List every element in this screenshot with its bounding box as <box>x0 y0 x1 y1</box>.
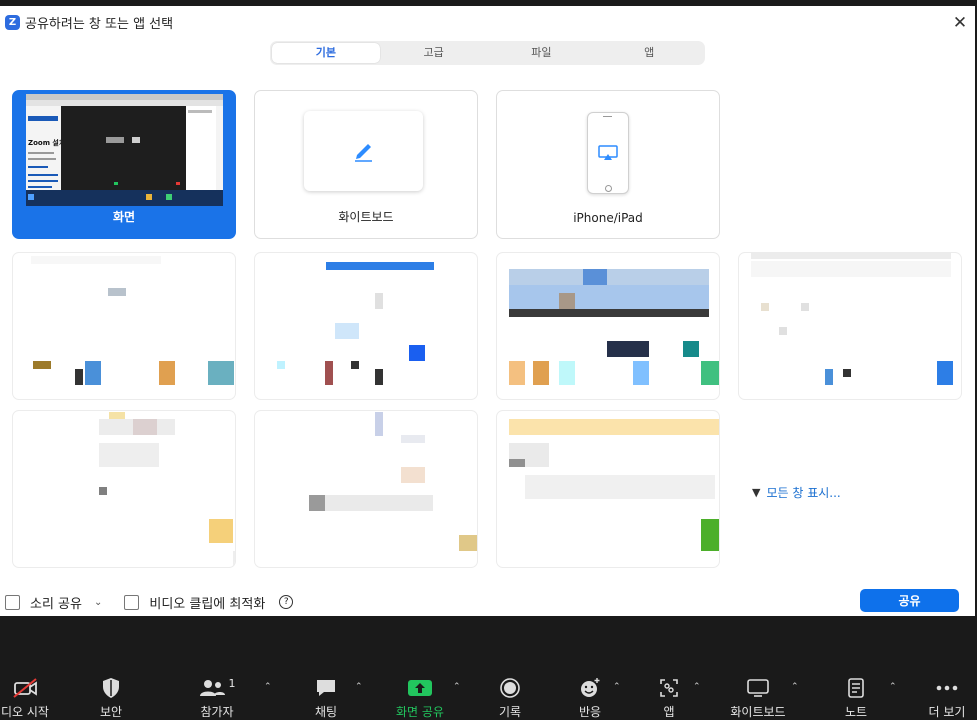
more-icon <box>924 676 970 700</box>
toolbar-notes-button[interactable]: 노트 <box>838 676 874 719</box>
toolbar-more-label: 더 보기 <box>928 705 966 719</box>
toolbar-reactions-label: 반응 <box>578 705 602 719</box>
share-caret-icon[interactable]: ⌃ <box>453 682 461 692</box>
toolbar-record-label: 기록 <box>498 705 522 719</box>
iphone-label: iPhone/iPad <box>573 211 643 225</box>
tab-basic[interactable]: 기본 <box>272 43 380 63</box>
screen-thumbnail: Zoom 설치 <box>26 94 223 206</box>
meeting-toolbar: 디오 시작 보안 1 참가자 ⌃ 채팅 ⌃ 화면 공유 ⌃ 기록 반응 ⌃ 앱 … <box>0 616 977 719</box>
dialog-title: 공유하려는 창 또는 앱 선택 <box>25 16 174 32</box>
share-dialog: Z 공유하려는 창 또는 앱 선택 ✕ 기본 고급 파일 앱 Zoom 설치 화… <box>0 6 975 616</box>
share-button[interactable]: 공유 <box>860 589 959 612</box>
toolbar-reactions-button[interactable]: 반응 <box>572 676 608 719</box>
share-option-whiteboard[interactable]: 화이트보드 <box>254 90 478 239</box>
toolbar-video-label: 디오 시작 <box>1 705 49 719</box>
chat-caret-icon[interactable]: ⌃ <box>355 682 363 692</box>
whiteboard-icon <box>724 676 792 700</box>
apps-icon <box>654 676 684 700</box>
reaction-icon <box>572 676 608 700</box>
share-tabs: 기본 고급 파일 앱 <box>270 41 705 65</box>
window-thumbnail[interactable] <box>254 252 478 400</box>
dialog-title-bar: Z 공유하려는 창 또는 앱 선택 <box>5 12 173 32</box>
shield-icon <box>88 676 134 700</box>
participants-icon: 1 <box>192 676 242 700</box>
show-all-label: 모든 창 표시... <box>766 486 841 500</box>
toolbar-whiteboard-button[interactable]: 화이트보드 <box>724 676 792 719</box>
phone-preview <box>587 112 629 194</box>
tab-advanced[interactable]: 고급 <box>380 43 488 63</box>
video-off-icon <box>0 676 50 700</box>
window-thumbnail[interactable] <box>738 252 962 400</box>
toolbar-chat-label: 채팅 <box>314 705 338 719</box>
screen-label: 화면 <box>112 210 136 224</box>
arrow-down-icon: ▼ <box>752 486 761 499</box>
chat-icon <box>304 676 348 700</box>
window-thumbnail[interactable] <box>496 252 720 400</box>
share-option-iphone-ipad[interactable]: iPhone/iPad <box>496 90 720 239</box>
apps-caret-icon[interactable]: ⌃ <box>693 682 701 692</box>
toolbar-chat-button[interactable]: 채팅 <box>304 676 348 719</box>
share-sound-label: 소리 공유 <box>30 596 82 612</box>
share-sound-checkbox[interactable] <box>5 594 20 610</box>
share-options-row: 소리 공유 ⌄ 비디오 클립에 최적화 ? <box>5 591 294 613</box>
toolbar-record-button[interactable]: 기록 <box>490 676 530 719</box>
toolbar-more-button[interactable]: 더 보기 <box>924 676 970 719</box>
toolbar-apps-button[interactable]: 앱 <box>654 676 684 719</box>
optimize-video-checkbox[interactable] <box>124 594 140 610</box>
optimize-video-label: 비디오 클립에 최적화 <box>149 596 266 612</box>
toolbar-apps-label: 앱 <box>663 705 675 719</box>
share-option-screen[interactable]: Zoom 설치 화면 <box>12 90 236 239</box>
window-thumbnail[interactable] <box>12 410 236 568</box>
participants-caret-icon[interactable]: ⌃ <box>264 682 272 692</box>
toolbar-video-button[interactable]: 디오 시작 <box>0 676 50 719</box>
notes-icon <box>838 676 874 700</box>
tab-apps[interactable]: 앱 <box>595 43 703 63</box>
toolbar-participants-button[interactable]: 1 참가자 <box>192 676 242 719</box>
show-all-windows-link[interactable]: ▼ 모든 창 표시... <box>752 484 841 501</box>
whiteboard-caret-icon[interactable]: ⌃ <box>791 682 799 692</box>
toolbar-participants-label: 참가자 <box>200 705 234 719</box>
toolbar-share-screen-label: 화면 공유 <box>396 705 444 719</box>
share-sound-dropdown-icon[interactable]: ⌄ <box>94 597 102 608</box>
zoom-logo-icon: Z <box>5 14 20 30</box>
toolbar-whiteboard-label: 화이트보드 <box>730 705 786 719</box>
participants-count: 1 <box>228 676 236 690</box>
reactions-caret-icon[interactable]: ⌃ <box>613 682 621 692</box>
toolbar-security-button[interactable]: 보안 <box>88 676 134 719</box>
window-thumbnail[interactable] <box>254 410 478 568</box>
toolbar-notes-label: 노트 <box>844 705 868 719</box>
record-icon <box>490 676 530 700</box>
window-thumbnail[interactable] <box>496 410 720 568</box>
close-button[interactable]: ✕ <box>951 14 969 32</box>
toolbar-security-label: 보안 <box>99 705 123 719</box>
share-screen-icon <box>388 676 452 700</box>
help-icon[interactable]: ? <box>279 595 294 609</box>
notes-caret-icon[interactable]: ⌃ <box>889 682 897 692</box>
whiteboard-label: 화이트보드 <box>338 210 394 224</box>
pen-icon <box>350 135 378 167</box>
thumb-heading: Zoom 설치 <box>28 139 66 147</box>
airplay-icon <box>598 145 618 165</box>
window-thumbnail[interactable] <box>12 252 236 400</box>
tab-files[interactable]: 파일 <box>488 43 596 63</box>
whiteboard-preview <box>304 111 423 191</box>
toolbar-share-screen-button[interactable]: 화면 공유 <box>388 676 452 719</box>
